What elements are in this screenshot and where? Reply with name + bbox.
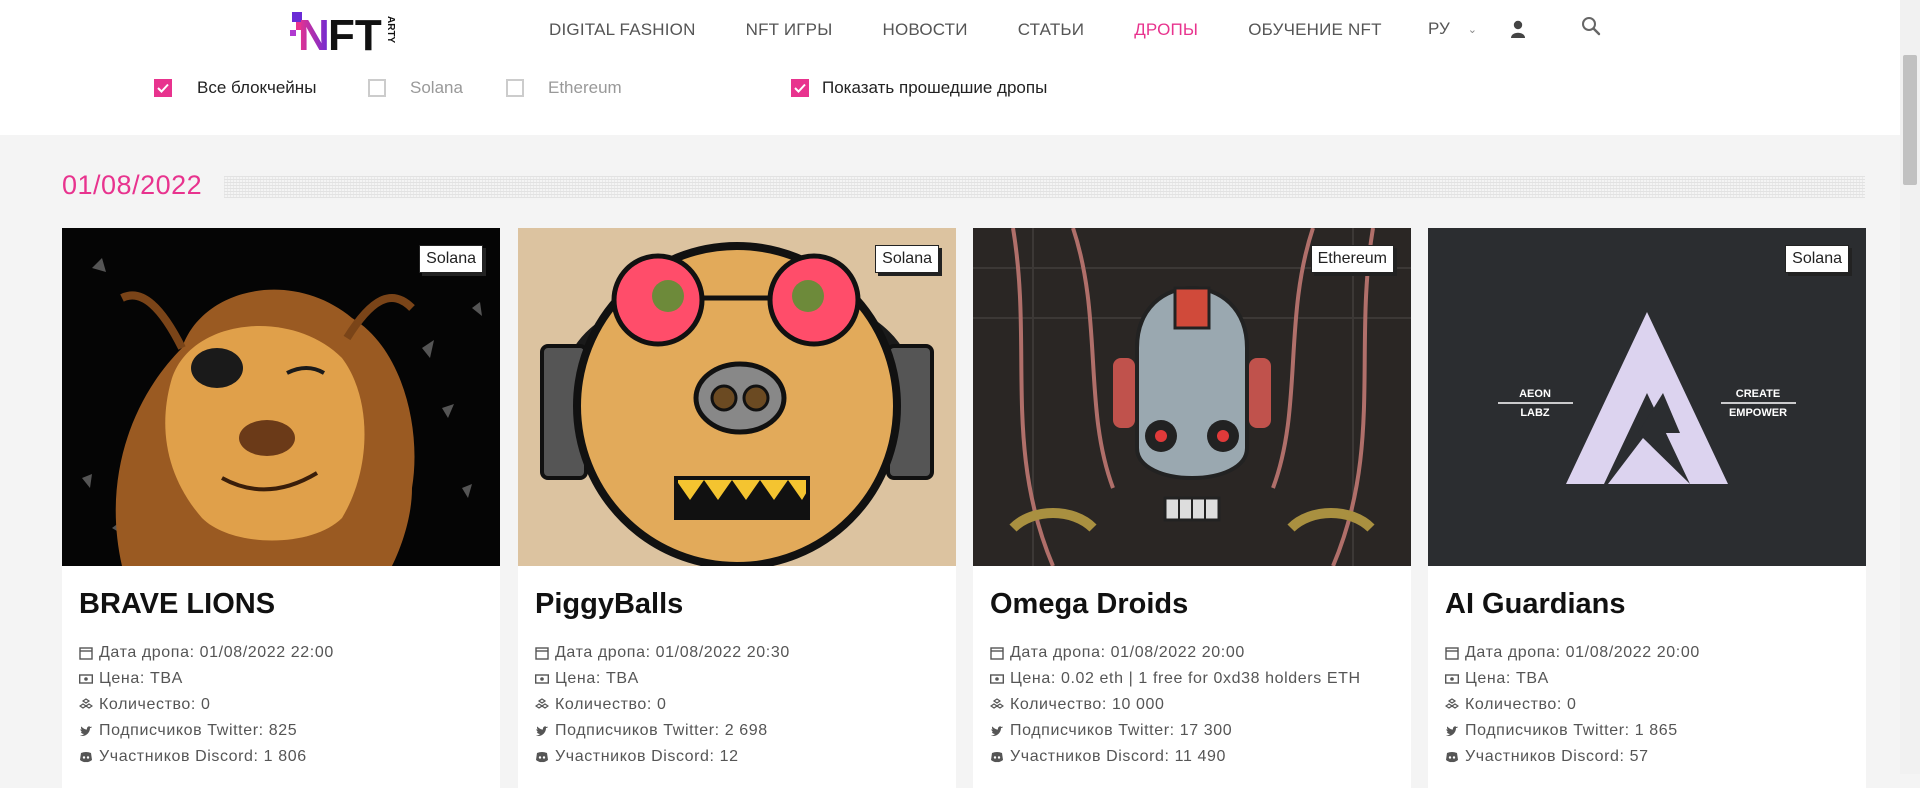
meta-discord: Участников Discord: 57: [1445, 744, 1700, 770]
chevron-down-icon: ⌄: [1467, 23, 1477, 36]
card-title[interactable]: BRAVE LIONS: [79, 588, 275, 621]
nav-digital-fashion[interactable]: DIGITAL FASHION: [549, 20, 696, 40]
filter-show-past-label: Показать прошедшие дропы: [822, 78, 1048, 97]
meta-price: Цена: TBA: [1445, 666, 1700, 692]
twitter-icon: [536, 726, 548, 736]
image-text-labz: LABZ: [1520, 407, 1550, 419]
meta-quantity: Количество: 10 000: [990, 692, 1361, 718]
blockchain-badge: Solana: [419, 245, 483, 273]
card-image[interactable]: Solana: [518, 228, 956, 566]
meta-twitter: Подписчиков Twitter: 825: [79, 718, 334, 744]
language-label: РУ: [1428, 19, 1450, 38]
checkbox-icon[interactable]: [506, 79, 524, 97]
money-icon: [79, 674, 93, 684]
discord-icon: [991, 752, 1003, 763]
calendar-icon: [1445, 647, 1459, 660]
meta-discord: Участников Discord: 11 490: [990, 744, 1361, 770]
drop-card[interactable]: Solana BRAVE LIONS Дата дропа: 01/08/202…: [62, 228, 500, 788]
cubes-icon: [535, 698, 549, 709]
image-text-create: CREATE: [1736, 388, 1780, 400]
blockchain-badge: Solana: [1785, 245, 1849, 273]
meta-price: Цена: TBA: [79, 666, 334, 692]
card-image[interactable]: Solana: [62, 228, 500, 566]
calendar-icon: [990, 647, 1004, 660]
twitter-icon: [1446, 726, 1458, 736]
svg-text:N: N: [298, 11, 330, 54]
meta-drop-date: Дата дропа: 01/08/2022 20:30: [535, 640, 790, 666]
nav-drops[interactable]: ДРОПЫ: [1134, 20, 1198, 40]
svg-text:FT: FT: [328, 11, 382, 54]
card-title[interactable]: AI Guardians: [1445, 588, 1626, 621]
meta-quantity: Количество: 0: [535, 692, 790, 718]
card-meta: Дата дропа: 01/08/2022 20:30 Цена: TBA К…: [535, 640, 790, 770]
language-switcher[interactable]: РУ ⌄: [1428, 19, 1477, 39]
money-icon: [990, 674, 1004, 684]
meta-price: Цена: 0.02 eth | 1 free for 0xd38 holder…: [990, 666, 1361, 692]
meta-quantity: Количество: 0: [79, 692, 334, 718]
nav-nft-learning[interactable]: ОБУЧЕНИЕ NFT: [1248, 20, 1381, 40]
blockchain-badge: Ethereum: [1310, 245, 1394, 273]
meta-drop-date: Дата дропа: 01/08/2022 22:00: [79, 640, 334, 666]
discord-icon: [1446, 752, 1458, 763]
svg-text:ARTY: ARTY: [385, 16, 396, 44]
meta-twitter: Подписчиков Twitter: 1 865: [1445, 718, 1700, 744]
site-logo[interactable]: N FT ARTY: [290, 8, 396, 60]
twitter-icon: [991, 726, 1003, 736]
calendar-icon: [535, 647, 549, 660]
checkbox-icon[interactable]: [368, 79, 386, 97]
money-icon: [1445, 674, 1459, 684]
search-icon[interactable]: [1581, 16, 1601, 36]
filter-show-past[interactable]: Показать прошедшие дропы: [791, 76, 1047, 100]
card-title[interactable]: Omega Droids: [990, 588, 1188, 621]
card-image[interactable]: AEON LABZ CREATE EMPOWER Solana: [1428, 228, 1866, 566]
meta-price: Цена: TBA: [535, 666, 790, 692]
nav-articles[interactable]: СТАТЬИ: [1018, 20, 1085, 40]
blockchain-badge: Solana: [875, 245, 939, 273]
card-meta: Дата дропа: 01/08/2022 20:00 Цена: TBA К…: [1445, 640, 1700, 770]
cubes-icon: [79, 698, 93, 709]
drop-card[interactable]: Solana PiggyBalls Дата дропа: 01/08/2022…: [518, 228, 956, 788]
meta-discord: Участников Discord: 12: [535, 744, 790, 770]
cubes-icon: [990, 698, 1004, 709]
filter-ethereum[interactable]: Ethereum: [506, 76, 622, 100]
drop-card[interactable]: Ethereum Omega Droids Дата дропа: 01/08/…: [973, 228, 1411, 788]
filter-all-chains-label: Все блокчейны: [197, 78, 317, 97]
page-scrollbar[interactable]: [1900, 0, 1920, 774]
card-image[interactable]: Ethereum: [973, 228, 1411, 566]
main-nav: DIGITAL FASHION NFT ИГРЫ НОВОСТИ СТАТЬИ …: [549, 0, 1432, 60]
meta-drop-date: Дата дропа: 01/08/2022 20:00: [990, 640, 1361, 666]
nav-nft-games[interactable]: NFT ИГРЫ: [746, 20, 833, 40]
discord-icon: [536, 752, 548, 763]
date-divider: [224, 176, 1865, 198]
image-text-empower: EMPOWER: [1729, 407, 1787, 419]
filter-solana-label: Solana: [410, 78, 463, 97]
money-icon: [535, 674, 549, 684]
filter-all-chains[interactable]: Все блокчейны: [154, 76, 316, 100]
checkbox-checked-icon[interactable]: [791, 79, 809, 97]
calendar-icon: [79, 647, 93, 660]
card-meta: Дата дропа: 01/08/2022 22:00 Цена: TBA К…: [79, 640, 334, 770]
meta-twitter: Подписчиков Twitter: 17 300: [990, 718, 1361, 744]
meta-drop-date: Дата дропа: 01/08/2022 20:00: [1445, 640, 1700, 666]
site-header: N FT ARTY DIGITAL FASHION NFT ИГРЫ НОВОС…: [0, 0, 1900, 64]
drop-card[interactable]: AEON LABZ CREATE EMPOWER Solana AI Guard…: [1428, 228, 1866, 788]
filter-ethereum-label: Ethereum: [548, 78, 622, 97]
meta-quantity: Количество: 0: [1445, 692, 1700, 718]
twitter-icon: [80, 726, 92, 736]
filter-bar: Все блокчейны Solana Ethereum Показать п…: [0, 63, 1900, 135]
filter-solana[interactable]: Solana: [368, 76, 463, 100]
card-meta: Дата дропа: 01/08/2022 20:00 Цена: 0.02 …: [990, 640, 1361, 770]
checkbox-checked-icon[interactable]: [154, 79, 172, 97]
user-icon[interactable]: [1510, 19, 1526, 39]
meta-twitter: Подписчиков Twitter: 2 698: [535, 718, 790, 744]
scrollbar-thumb[interactable]: [1903, 55, 1917, 185]
discord-icon: [80, 752, 92, 763]
image-text-aeon: AEON: [1519, 388, 1551, 400]
cubes-icon: [1445, 698, 1459, 709]
meta-discord: Участников Discord: 1 806: [79, 744, 334, 770]
nav-news[interactable]: НОВОСТИ: [882, 20, 967, 40]
card-title[interactable]: PiggyBalls: [535, 588, 683, 621]
drop-date-heading: 01/08/2022: [62, 170, 203, 200]
